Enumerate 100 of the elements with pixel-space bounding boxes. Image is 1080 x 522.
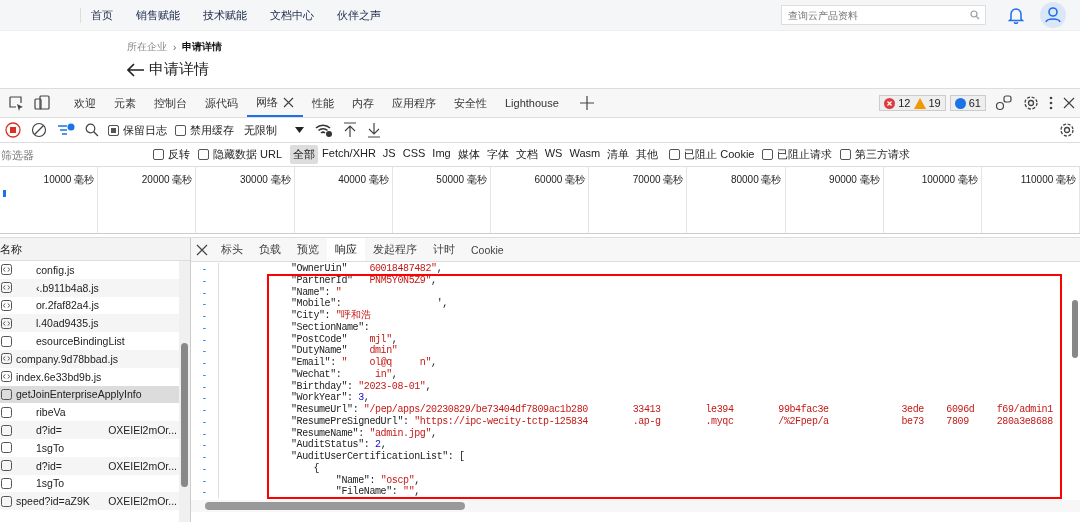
detail-tab[interactable]: 响应 bbox=[327, 238, 365, 261]
devtools-tab[interactable]: 网络 bbox=[247, 89, 303, 117]
devtools-tab[interactable]: 元素 bbox=[105, 89, 145, 117]
detail-tab[interactable]: 标头 bbox=[213, 238, 251, 261]
type-filter-button[interactable]: JS bbox=[379, 145, 399, 164]
request-row[interactable]: company.9d78bbad.js bbox=[0, 350, 179, 368]
checkbox[interactable]: 反转 bbox=[153, 147, 190, 162]
request-row[interactable]: index.6e33bd9b.js bbox=[0, 367, 179, 386]
throttle-dropdown[interactable]: 无限制 bbox=[244, 122, 304, 138]
checkbox[interactable]: 隐藏数据 URL bbox=[198, 147, 283, 162]
timeline-bar bbox=[3, 190, 6, 197]
scrollbar[interactable] bbox=[179, 261, 190, 522]
request-row[interactable]: 1sgTo bbox=[0, 474, 179, 493]
inspect-icon[interactable] bbox=[8, 95, 24, 111]
request-row[interactable]: d?id= OXEIEl2mOr... bbox=[0, 456, 179, 475]
type-filter-button[interactable]: 字体 bbox=[483, 145, 512, 164]
detail-tab[interactable]: 计时 bbox=[425, 238, 463, 261]
timeline-label: 60000 毫秒 bbox=[534, 173, 586, 185]
request-row[interactable]: or.2faf82a4.js bbox=[0, 296, 179, 315]
search-icon[interactable] bbox=[85, 123, 99, 137]
request-row[interactable]: ‹.b911b4a8.js bbox=[0, 278, 179, 297]
filter-icon[interactable] bbox=[57, 122, 75, 138]
clear-icon[interactable] bbox=[31, 122, 47, 138]
devtools-tab[interactable]: 欢迎 bbox=[65, 89, 105, 117]
type-filter-button[interactable]: Img bbox=[429, 145, 454, 164]
detail-tab[interactable]: 预览 bbox=[289, 238, 327, 261]
checkbox[interactable]: 已阻止请求 bbox=[762, 147, 833, 162]
upload-icon[interactable] bbox=[343, 122, 357, 138]
user-avatar-icon[interactable] bbox=[1040, 2, 1066, 28]
devtools-tab[interactable]: 控制台 bbox=[145, 89, 196, 117]
type-filter-button[interactable]: 其他 bbox=[633, 145, 662, 164]
devtools-tab[interactable]: 内存 bbox=[343, 89, 383, 117]
settings-icon[interactable] bbox=[1023, 95, 1039, 111]
code-line: "Name": "oscp", bbox=[334, 474, 420, 486]
request-row[interactable]: ribeVa bbox=[0, 403, 179, 422]
script-icon bbox=[1, 317, 12, 329]
download-icon[interactable] bbox=[367, 122, 381, 138]
connection-icon[interactable] bbox=[995, 95, 1013, 111]
type-filter-button[interactable]: 媒体 bbox=[454, 145, 483, 164]
devtools-tab[interactable]: 性能 bbox=[303, 89, 343, 117]
nav-link[interactable]: 文档中心 bbox=[270, 7, 314, 23]
checkbox[interactable]: 第三方请求 bbox=[840, 147, 911, 162]
devtools-tab[interactable]: Lighthouse bbox=[496, 89, 568, 117]
column-header[interactable]: 名称 bbox=[0, 238, 190, 261]
disable-cache-checkbox[interactable]: 禁用缓存 bbox=[175, 122, 234, 138]
code-line: "Wechat": in", bbox=[290, 368, 398, 381]
detail-tab[interactable]: 发起程序 bbox=[365, 238, 425, 261]
devtools-tab[interactable]: 源代码 bbox=[196, 89, 247, 117]
more-icon[interactable] bbox=[1049, 96, 1053, 110]
scrollbar[interactable] bbox=[191, 500, 1080, 512]
request-row[interactable]: l.40ad9435.js bbox=[0, 314, 179, 333]
type-filter-button[interactable]: 全部 bbox=[290, 145, 319, 164]
type-filter-button[interactable]: Fetch/XHR bbox=[319, 145, 379, 164]
request-name: 1sgTo bbox=[36, 441, 65, 454]
preserve-log-checkbox[interactable]: 保留日志 bbox=[108, 122, 167, 138]
code-line: "SectionName": bbox=[290, 321, 370, 334]
breadcrumb-link[interactable]: 所在企业 bbox=[127, 40, 167, 54]
request-name: company.9d78bbad.js bbox=[16, 352, 118, 365]
request-name: ribeVa bbox=[36, 406, 66, 419]
detail-tab[interactable]: 负载 bbox=[251, 238, 289, 261]
request-row[interactable]: d?id= OXEIEl2mOr... bbox=[0, 421, 179, 439]
type-filter-button[interactable]: WS bbox=[541, 145, 566, 164]
search-field[interactable]: 查询云产品资料 bbox=[781, 5, 986, 25]
request-row[interactable]: 1sgTo bbox=[0, 438, 179, 457]
issue-counter[interactable]: 12 19 bbox=[879, 95, 946, 111]
close-icon[interactable] bbox=[196, 243, 208, 256]
type-filter-button[interactable]: CSS bbox=[399, 145, 429, 164]
script-icon bbox=[1, 371, 12, 383]
request-name: OXEIEl2mOr... bbox=[108, 424, 178, 437]
device-icon[interactable] bbox=[34, 95, 50, 111]
request-name: 1sgTo bbox=[36, 477, 65, 490]
nav-link[interactable]: 销售赋能 bbox=[136, 7, 180, 23]
type-filter-button[interactable]: 文档 bbox=[512, 145, 541, 164]
close-icon[interactable] bbox=[283, 96, 294, 108]
request-row[interactable]: speed?id=aZ9K OXEIEl2mOr... bbox=[0, 492, 179, 511]
request-row[interactable]: getJoinEnterpriseApplyInfo bbox=[0, 385, 179, 404]
timeline-label: 90000 毫秒 bbox=[829, 173, 880, 185]
script-icon bbox=[1, 300, 12, 311]
network-conditions-icon[interactable] bbox=[315, 122, 333, 138]
type-filter-button[interactable]: 清单 bbox=[604, 145, 633, 164]
code-line: "AuditUserCertificationList": [ bbox=[290, 451, 465, 463]
detail-tab[interactable]: Cookie bbox=[463, 238, 512, 261]
request-row[interactable]: esourceBindingList bbox=[0, 332, 179, 350]
bell-icon[interactable] bbox=[1008, 6, 1024, 24]
settings-icon[interactable] bbox=[1059, 122, 1075, 138]
request-row[interactable]: config.js bbox=[0, 261, 179, 279]
type-filter-button[interactable]: Wasm bbox=[566, 145, 604, 164]
nav-link[interactable]: 伙伴之声 bbox=[337, 7, 381, 23]
code-line: "Name": " bbox=[290, 286, 342, 298]
add-tab-icon[interactable] bbox=[579, 96, 594, 110]
devtools-tab[interactable]: 安全性 bbox=[445, 89, 496, 117]
back-arrow-icon[interactable] bbox=[127, 62, 145, 77]
close-icon[interactable] bbox=[1063, 97, 1075, 109]
devtools-tab[interactable]: 应用程序 bbox=[383, 89, 445, 117]
message-counter[interactable]: 61 bbox=[949, 95, 986, 111]
timeline-label: 80000 毫秒 bbox=[730, 173, 782, 185]
nav-link[interactable]: 技术赋能 bbox=[203, 7, 247, 23]
record-icon[interactable] bbox=[5, 122, 21, 138]
nav-link[interactable]: 首页 bbox=[91, 7, 113, 23]
checkbox[interactable]: 已阻止 Cookie bbox=[669, 147, 755, 162]
